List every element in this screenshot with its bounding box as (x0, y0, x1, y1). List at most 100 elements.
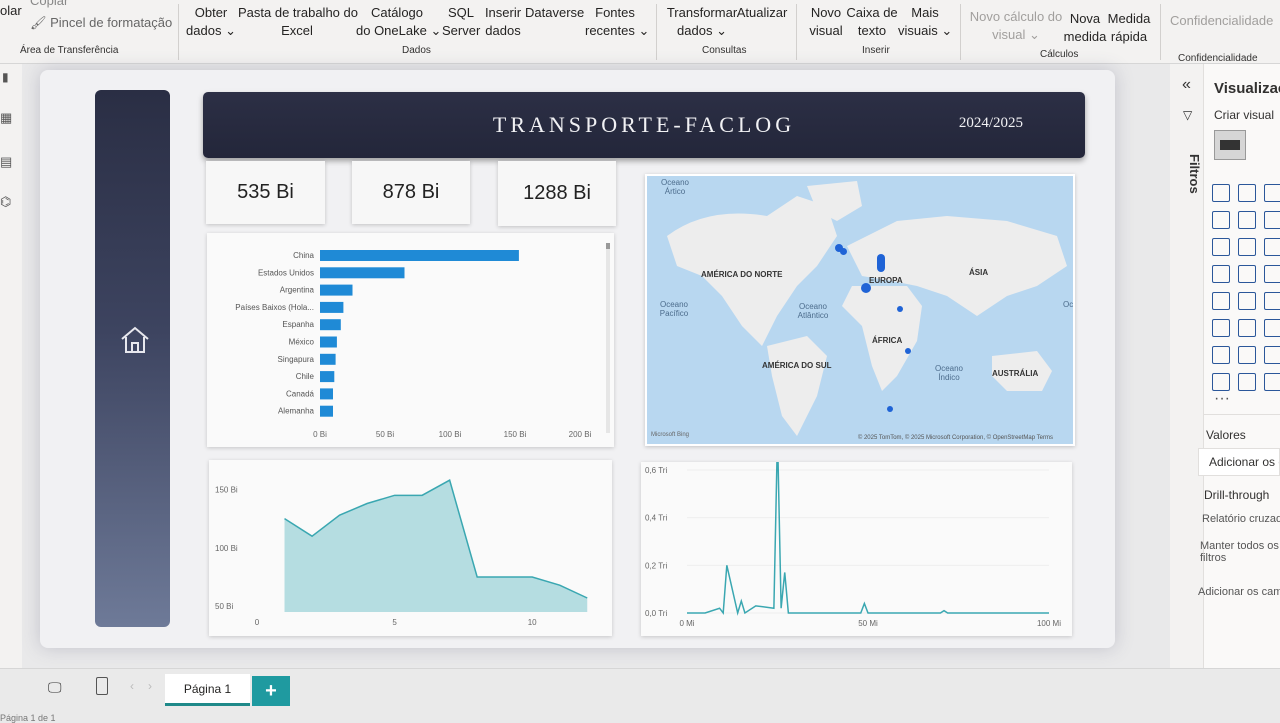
country-bar-chart[interactable]: China Estados Unidos Argentina Países Baixo… (207, 233, 614, 447)
dax-view-icon[interactable]: ⌬ (0, 194, 11, 210)
new-visual-calculation-button[interactable]: Novo cálculo do visual ⌄ (968, 8, 1064, 44)
add-data-fields-well[interactable]: Adicionar os campos de dados (1198, 448, 1280, 476)
line-chart[interactable]: 0,0 Tri 0,2 Tri 0,4 Tri 0,6 Tri 0 Mi 50 Mi 100… (641, 434, 1072, 636)
visual-type-icon[interactable] (1212, 265, 1230, 283)
visual-type-icon[interactable] (1264, 319, 1280, 337)
visual-type-icon[interactable] (1264, 346, 1280, 364)
visual-type-icon[interactable] (1212, 292, 1230, 310)
report-title: TRANSPORTE-FACLOG (492, 112, 796, 137)
cross-report-label[interactable]: Relatório cruzado (1202, 513, 1280, 525)
world-map[interactable]: AMÉRICA DO NORTE EUROPA ÁSIA ÁFRICA AMÉR… (645, 174, 1075, 446)
add-drill-fields-well[interactable]: Adicionar os campos (1198, 584, 1280, 608)
map-copyright[interactable]: © 2025 TomTom, © 2025 Microsoft Corporat… (858, 435, 1053, 441)
text-box-button[interactable]: Caixa de texto (846, 4, 898, 40)
desktop-layout-icon[interactable]: 🖵 (48, 679, 62, 696)
visual-type-icon[interactable] (1238, 346, 1256, 364)
excel-button[interactable]: Pasta de trabalho do Excel (238, 4, 358, 40)
copy-button[interactable]: Copiar (30, 0, 68, 10)
visual-type-icon[interactable] (1212, 184, 1230, 202)
visual-type-icon[interactable] (1264, 265, 1280, 283)
bar-chart-svg: China Estados Unidos Argentina Países Baixo… (235, 250, 592, 439)
home-icon[interactable] (119, 324, 151, 356)
map-landmass (667, 181, 1067, 436)
onelake-button[interactable]: Catálogo do OneLake ⌄ (356, 4, 442, 40)
get-data-button[interactable]: Obter dados ⌄ (186, 4, 236, 40)
kpi-card-1[interactable]: 535 Bi (206, 161, 325, 224)
bar-category-label: Argentina (280, 286, 315, 295)
label-ocean-clipped: Oce... (1063, 300, 1074, 309)
recent-line1: Fontes (595, 5, 635, 20)
mobile-layout-icon[interactable] (96, 677, 108, 695)
table-view-icon[interactable]: ▦ (0, 110, 12, 126)
new-measure-button[interactable]: Nova medida (1062, 10, 1108, 46)
excel-line2: Excel (281, 23, 313, 38)
visual-type-icon[interactable] (1264, 238, 1280, 256)
map-point[interactable] (897, 306, 903, 312)
visual-type-icon[interactable] (1212, 319, 1230, 337)
refresh-button[interactable]: Atualizar (735, 4, 789, 22)
visual-type-icon[interactable] (1238, 184, 1256, 202)
kpi-value-2: 878 Bi (382, 181, 440, 203)
visual-type-icon[interactable] (1238, 238, 1256, 256)
bar (320, 284, 353, 296)
kpi-card-3[interactable]: 1288 Bi (498, 161, 616, 226)
collapse-chevron-icon[interactable]: « (1182, 76, 1191, 94)
visual-type-icon[interactable] (1238, 373, 1256, 391)
page-tab-1[interactable]: Página 1 (165, 674, 250, 706)
label-pacific-ocean: Oceano Pacífico (659, 300, 689, 318)
sensitivity-button[interactable]: Confidencialidade (1170, 12, 1273, 30)
sql-line2: Server (442, 23, 481, 38)
label-north-america: AMÉRICA DO NORTE (701, 270, 783, 279)
x-tick-label: 100 Bi (439, 430, 462, 439)
y-tick-label: 0,4 Tri (645, 514, 667, 523)
sql-server-button[interactable]: SQL Server (442, 4, 480, 40)
visual-type-icon[interactable] (1238, 292, 1256, 310)
report-view-icon[interactable]: ▮ (2, 70, 9, 84)
transform-data-button[interactable]: Transformar dados ⌄ (664, 4, 740, 40)
visual-type-icon[interactable] (1264, 373, 1280, 391)
plus-icon: + (265, 679, 277, 702)
add-page-button[interactable]: + (252, 676, 290, 706)
enter-data-button[interactable]: Inserir dados (484, 4, 522, 40)
visual-type-icon[interactable] (1238, 265, 1256, 283)
visual-type-icon[interactable] (1238, 319, 1256, 337)
map-point[interactable] (877, 254, 885, 272)
map-point[interactable] (840, 248, 847, 255)
visual-type-icon[interactable] (1212, 373, 1230, 391)
visual-type-icon[interactable] (1212, 211, 1230, 229)
bar-category-label: China (293, 251, 314, 260)
visual-type-icon[interactable] (1264, 184, 1280, 202)
format-painter-button[interactable]: 🖌 Pincel de formatação (30, 14, 172, 32)
bar (320, 301, 344, 313)
visual-type-icon[interactable] (1264, 292, 1280, 310)
next-page-icon[interactable]: › (148, 679, 152, 693)
more-visuals-ellipsis[interactable]: ··· (1214, 390, 1230, 408)
dataverse-button[interactable]: Dataverse (525, 4, 584, 22)
visual-type-icon[interactable] (1238, 211, 1256, 229)
build-visual-icon[interactable] (1214, 130, 1246, 160)
x-tick-label: 0 (255, 618, 260, 627)
keep-filters-toggle[interactable]: Manter todos os filtros (1200, 540, 1280, 564)
transform-line2: dados ⌄ (677, 23, 727, 38)
recent-sources-button[interactable]: Fontes recentes ⌄ (585, 4, 649, 40)
excel-line1: Pasta de trabalho do (238, 5, 358, 20)
more-visuals-button[interactable]: Mais visuais ⌄ (898, 4, 952, 40)
paste-button[interactable]: olar (0, 2, 22, 20)
area-fill (284, 480, 588, 612)
prev-page-icon[interactable]: ‹ (130, 679, 134, 693)
visual-type-icon[interactable] (1212, 238, 1230, 256)
map-point[interactable] (905, 348, 911, 354)
onelake-line2: do OneLake ⌄ (356, 23, 442, 38)
model-view-icon[interactable]: ▤ (0, 154, 12, 170)
visual-type-icon[interactable] (1264, 211, 1280, 229)
quick-measure-button[interactable]: Medida rápida (1106, 10, 1152, 46)
x-tick-label: 50 Bi (376, 430, 394, 439)
build-visual-tab[interactable]: Criar visual (1214, 108, 1280, 122)
visual-type-icon[interactable] (1212, 346, 1230, 364)
area-chart[interactable]: 50 Bi 100 Bi 150 Bi 0 5 10 (209, 460, 612, 636)
calculations-group-label: Cálculos (1040, 49, 1079, 60)
map-point[interactable] (887, 406, 893, 412)
chart-scrollbar[interactable] (606, 243, 610, 433)
kpi-card-2[interactable]: 878 Bi (352, 161, 470, 224)
new-visual-button[interactable]: Novo visual (806, 4, 846, 40)
